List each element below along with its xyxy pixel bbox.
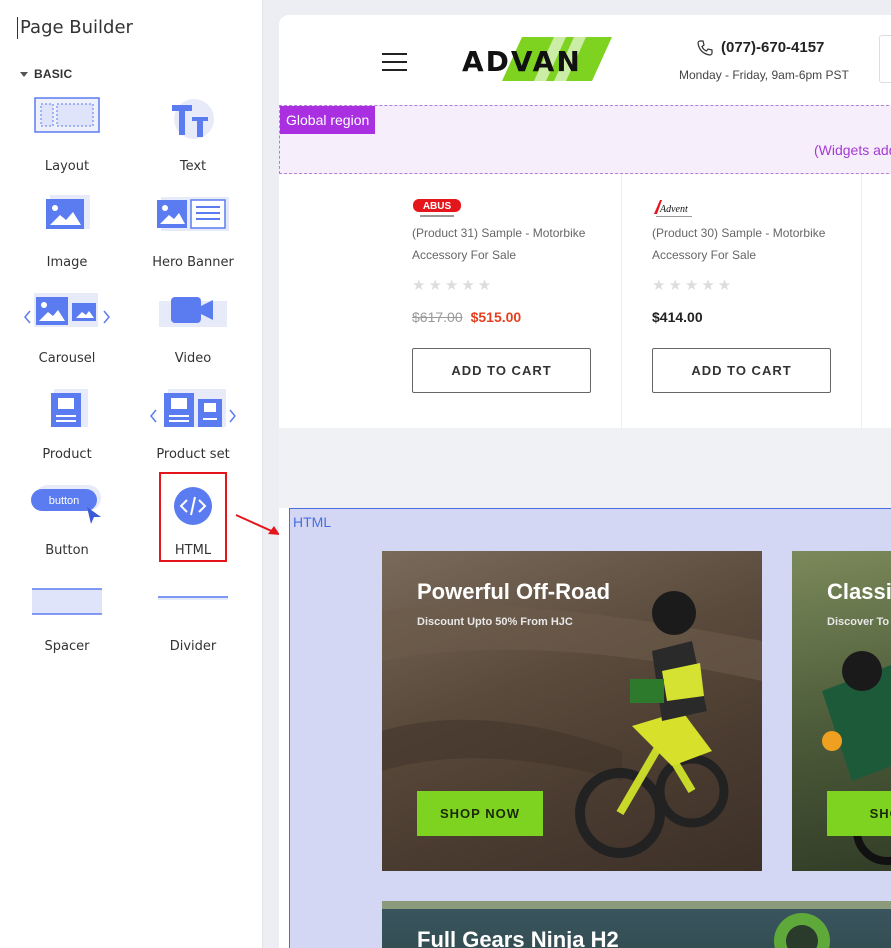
- image-icon: [46, 195, 90, 229]
- phone-icon: [697, 39, 713, 56]
- section-basic-toggle[interactable]: BASIC: [20, 67, 72, 81]
- product-name[interactable]: (Product 30) Sample - Motorbike Accessor…: [652, 222, 842, 266]
- widget-label: Product set: [156, 447, 230, 462]
- promo-banner[interactable]: Full Gears Ninja H2: [382, 901, 891, 948]
- video-camera-icon: [159, 297, 227, 327]
- carousel-icon: [24, 293, 110, 327]
- add-to-cart-button[interactable]: ADD TO CART: [412, 348, 591, 393]
- widget-label: Layout: [44, 159, 90, 174]
- product-name[interactable]: (Product 31) Sample - Motorbike Accessor…: [412, 222, 602, 266]
- widget-spacer[interactable]: Spacer: [12, 577, 122, 663]
- brand-text: ABUS: [423, 201, 452, 212]
- add-to-cart-button[interactable]: ADD TO CART: [652, 348, 831, 393]
- brand-text: Advent: [659, 204, 688, 215]
- global-region-hint: (Widgets add: [814, 142, 891, 158]
- page-builder-sidebar: Page Builder BASIC Layout Text Image Her…: [0, 0, 263, 948]
- banner-title: Powerful Off-Road: [417, 579, 611, 604]
- widget-product-set[interactable]: Product set: [138, 385, 248, 471]
- promo-banner[interactable]: Classi Discover To SHOP: [792, 551, 891, 871]
- widget-label: Spacer: [44, 639, 90, 654]
- widget-label: Carousel: [38, 351, 96, 366]
- banner-subtitle: Discover To: [827, 616, 890, 628]
- layout-icon: [34, 97, 100, 133]
- phone-text: (077)-670-4157: [721, 39, 825, 56]
- site-header: ADVAN (077)-670-4157 Monday - Friday, 9a…: [279, 15, 891, 105]
- widget-label: Button: [45, 543, 89, 558]
- widget-divider[interactable]: Divider: [138, 577, 248, 663]
- caret-down-icon: [20, 71, 28, 77]
- phone-number[interactable]: (077)-670-4157: [697, 39, 824, 56]
- old-price: $617.00: [412, 309, 463, 325]
- widget-carousel[interactable]: Carousel: [12, 289, 122, 375]
- section-label: BASIC: [34, 67, 73, 81]
- widget-image[interactable]: Image: [12, 193, 122, 279]
- html-region[interactable]: HTML Powerful Off-Road Discount Upto 50%…: [289, 508, 891, 948]
- widget-layout[interactable]: Layout: [12, 97, 122, 183]
- banner-title: Classi: [827, 579, 891, 604]
- hamburger-menu-icon[interactable]: [382, 53, 407, 71]
- widget-label: Divider: [169, 639, 217, 654]
- product-set-icon: [150, 389, 236, 427]
- sidebar-title: Page Builder: [17, 17, 133, 39]
- global-region-tag: Global region: [280, 106, 376, 134]
- widget-label: Video: [174, 351, 212, 366]
- shop-button[interactable]: SHOP: [827, 791, 891, 836]
- global-region[interactable]: Global region (Widgets add: [279, 105, 891, 174]
- widget-label: Hero Banner: [152, 255, 234, 270]
- banner-title: Full Gears Ninja H2: [417, 927, 619, 948]
- widget-label: Product: [42, 447, 92, 462]
- button-icon: button: [31, 485, 101, 524]
- business-hours: Monday - Friday, 9am-6pm PST: [679, 68, 849, 82]
- shop-now-button[interactable]: SHOP NOW: [417, 791, 543, 836]
- advent-brand-logo: Advent: [654, 200, 692, 217]
- product-grid: ABUS (Product 31) Sample - Motorbike Acc…: [382, 174, 891, 428]
- divider-icon: [158, 596, 228, 600]
- text-icon: [172, 99, 214, 139]
- html-region-tag: HTML: [293, 514, 332, 530]
- hero-banner-icon: [157, 197, 229, 231]
- rating-stars: ★★★★★: [652, 277, 735, 294]
- rating-stars: ★★★★★: [412, 277, 495, 294]
- html-widget-highlight: [159, 472, 227, 562]
- widget-product[interactable]: Product: [12, 385, 122, 471]
- product-price: $617.00 $515.00: [412, 309, 521, 325]
- pointer-arrow-icon: [235, 514, 280, 535]
- product-card[interactable]: Advent (Product 30) Sample - Motorbike A…: [622, 174, 862, 428]
- banner-subtitle: Discount Upto 50% From HJC: [417, 616, 573, 628]
- widget-hero-banner[interactable]: Hero Banner: [138, 193, 248, 279]
- header-search-box[interactable]: [879, 35, 891, 83]
- widget-label: Text: [179, 159, 207, 174]
- page-canvas: ADVAN (077)-670-4157 Monday - Friday, 9a…: [279, 15, 891, 948]
- widget-video[interactable]: Video: [138, 289, 248, 375]
- section-gap: [279, 428, 891, 508]
- sale-price: $515.00: [470, 309, 522, 325]
- abus-brand-logo: ABUS: [413, 199, 461, 217]
- widget-button[interactable]: button Button: [12, 481, 122, 567]
- advan-logo[interactable]: ADVAN: [462, 37, 652, 81]
- product-icon: [51, 389, 88, 427]
- logo-text: ADVAN: [462, 45, 582, 78]
- widget-label: Image: [46, 255, 88, 270]
- product-card[interactable]: ABUS (Product 31) Sample - Motorbike Acc…: [382, 174, 622, 428]
- product-price: $414.00: [652, 309, 703, 325]
- spacer-icon: [32, 588, 102, 615]
- promo-banner[interactable]: Powerful Off-Road Discount Upto 50% From…: [382, 551, 762, 871]
- widget-text[interactable]: Text: [138, 97, 248, 183]
- button-icon-text: button: [49, 495, 80, 507]
